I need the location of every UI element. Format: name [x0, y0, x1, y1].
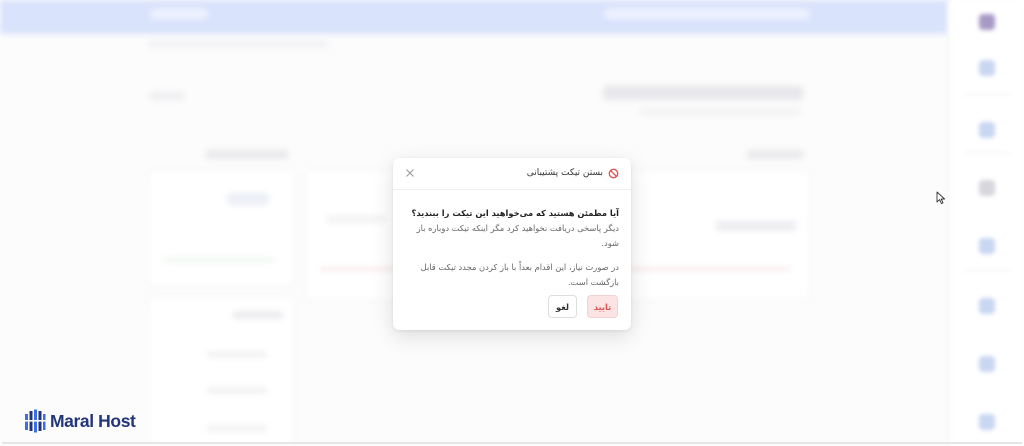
dialog-question: آیا مطمئن هستید که می‌خواهید این تیکت را… [411, 208, 619, 218]
mouse-cursor-icon [936, 191, 946, 205]
confirm-button[interactable]: تایید [587, 295, 618, 318]
brand-logo: Maral Host [24, 408, 136, 434]
nav-icon-home[interactable] [979, 14, 995, 30]
dialog-header: بستن تیکت پشتیبانی [393, 158, 631, 190]
brand-name: Maral Host [50, 410, 136, 431]
server-logo-icon [24, 409, 46, 433]
cancel-button[interactable]: لغو [548, 295, 577, 318]
dialog-message: آیا مطمئن هستید که می‌خواهید این تیکت را… [405, 206, 619, 251]
page: بستن تیکت پشتیبانی آیا مطمئن هستید که می… [0, 0, 1024, 446]
frame-shadow [2, 442, 1022, 444]
nav-icon-support[interactable] [979, 238, 995, 254]
close-icon[interactable] [404, 167, 416, 179]
nav-icon-services[interactable] [979, 60, 995, 76]
dialog-title: بستن تیکت پشتیبانی [526, 168, 603, 178]
close-ticket-dialog: بستن تیکت پشتیبانی آیا مطمئن هستید که می… [393, 158, 631, 330]
nav-icon-profile[interactable] [979, 298, 995, 314]
nav-icon-logout[interactable] [979, 414, 995, 430]
nav-icon-settings[interactable] [979, 356, 995, 372]
dialog-question-rest: دیگر پاسخی دریافت نخواهید کرد مگر اینکه … [416, 223, 619, 248]
right-nav-rail [948, 0, 1024, 446]
nav-icon-domains[interactable] [979, 122, 995, 138]
ban-icon [608, 168, 619, 179]
dialog-note: در صورت نیاز، این اقدام بعداً با باز کرد… [420, 262, 619, 287]
dialog-body: آیا مطمئن هستید که می‌خواهید این تیکت را… [405, 206, 619, 290]
nav-icon-billing[interactable] [979, 180, 995, 196]
